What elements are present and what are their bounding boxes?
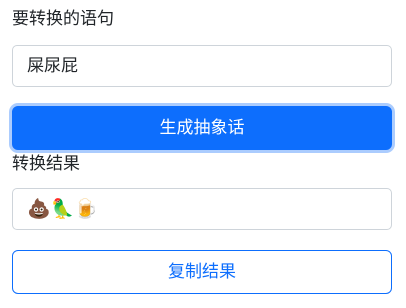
input-label: 要转换的语句 — [12, 9, 114, 29]
output-label: 转换结果 — [12, 154, 80, 174]
sentence-input[interactable]: 屎尿屁 — [12, 45, 392, 87]
converter-page: 要转换的语句 屎尿屁 生成抽象话 转换结果 💩🦜🍺 复制结果 — [0, 0, 406, 308]
generate-button[interactable]: 生成抽象话 — [12, 106, 392, 150]
copy-result-button[interactable]: 复制结果 — [12, 250, 392, 294]
result-output[interactable]: 💩🦜🍺 — [12, 188, 392, 230]
